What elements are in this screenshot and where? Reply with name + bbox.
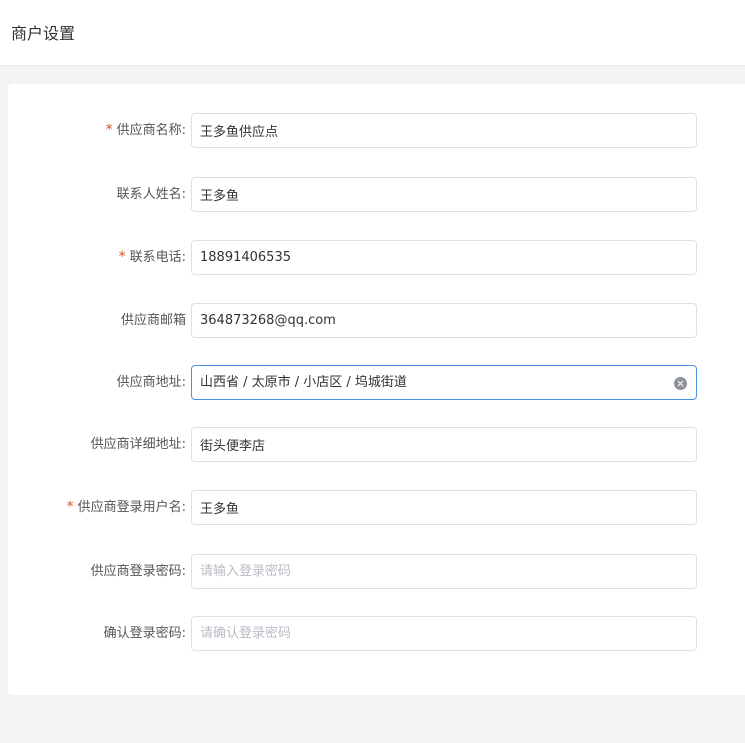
page-header: 商户设置	[0, 0, 745, 66]
login-username-input[interactable]	[191, 490, 697, 525]
supplier-name-input[interactable]	[191, 113, 697, 148]
form-row-contact-phone: * 联系电话:	[8, 240, 745, 275]
login-username-label-text: 供应商登录用户名:	[77, 500, 186, 515]
supplier-name-label-text: 供应商名称:	[116, 123, 186, 138]
form-row-confirm-password: 确认登录密码:	[8, 616, 745, 651]
contact-phone-label-text: 联系电话:	[129, 250, 186, 265]
supplier-email-label: 供应商邮箱	[120, 313, 186, 328]
required-mark: *	[66, 499, 74, 515]
supplier-address-label: 供应商地址:	[116, 375, 186, 390]
contact-phone-input[interactable]	[191, 240, 697, 275]
login-password-label: 供应商登录密码:	[90, 564, 186, 579]
detail-address-label: 供应商详细地址:	[90, 437, 186, 452]
login-username-label: * 供应商登录用户名:	[67, 490, 186, 525]
circle-close-icon[interactable]	[674, 377, 687, 390]
form-row-supplier-address: 供应商地址: 山西省 / 太原市 / 小店区 / 坞城街道	[8, 365, 745, 400]
confirm-password-input[interactable]	[191, 616, 697, 651]
supplier-address-cascader[interactable]: 山西省 / 太原市 / 小店区 / 坞城街道	[191, 365, 697, 400]
login-password-input[interactable]	[191, 554, 697, 589]
confirm-password-label: 确认登录密码:	[103, 626, 186, 641]
supplier-email-input[interactable]	[191, 303, 697, 338]
form-row-supplier-name: * 供应商名称:	[8, 113, 745, 148]
contact-name-input[interactable]	[191, 177, 697, 212]
form-row-detail-address: 供应商详细地址:	[8, 427, 745, 462]
detail-address-input[interactable]	[191, 427, 697, 462]
form-row-login-username: * 供应商登录用户名:	[8, 490, 745, 525]
supplier-address-value: 山西省 / 太原市 / 小店区 / 坞城街道	[200, 375, 407, 390]
form-row-supplier-email: 供应商邮箱	[8, 303, 745, 338]
supplier-name-label: * 供应商名称:	[106, 113, 186, 148]
required-mark: *	[105, 122, 113, 138]
contact-phone-label: * 联系电话:	[119, 240, 186, 275]
form-row-contact-name: 联系人姓名:	[8, 177, 745, 212]
settings-form-card: *供应商名称: 联系人姓名: *联系电话: 供应商邮箱 供应商地址: 山西省 /…	[8, 84, 745, 695]
form-row-login-password: 供应商登录密码:	[8, 554, 745, 589]
contact-name-label: 联系人姓名:	[116, 187, 186, 202]
required-mark: *	[118, 249, 126, 265]
page-title: 商户设置	[11, 24, 76, 43]
